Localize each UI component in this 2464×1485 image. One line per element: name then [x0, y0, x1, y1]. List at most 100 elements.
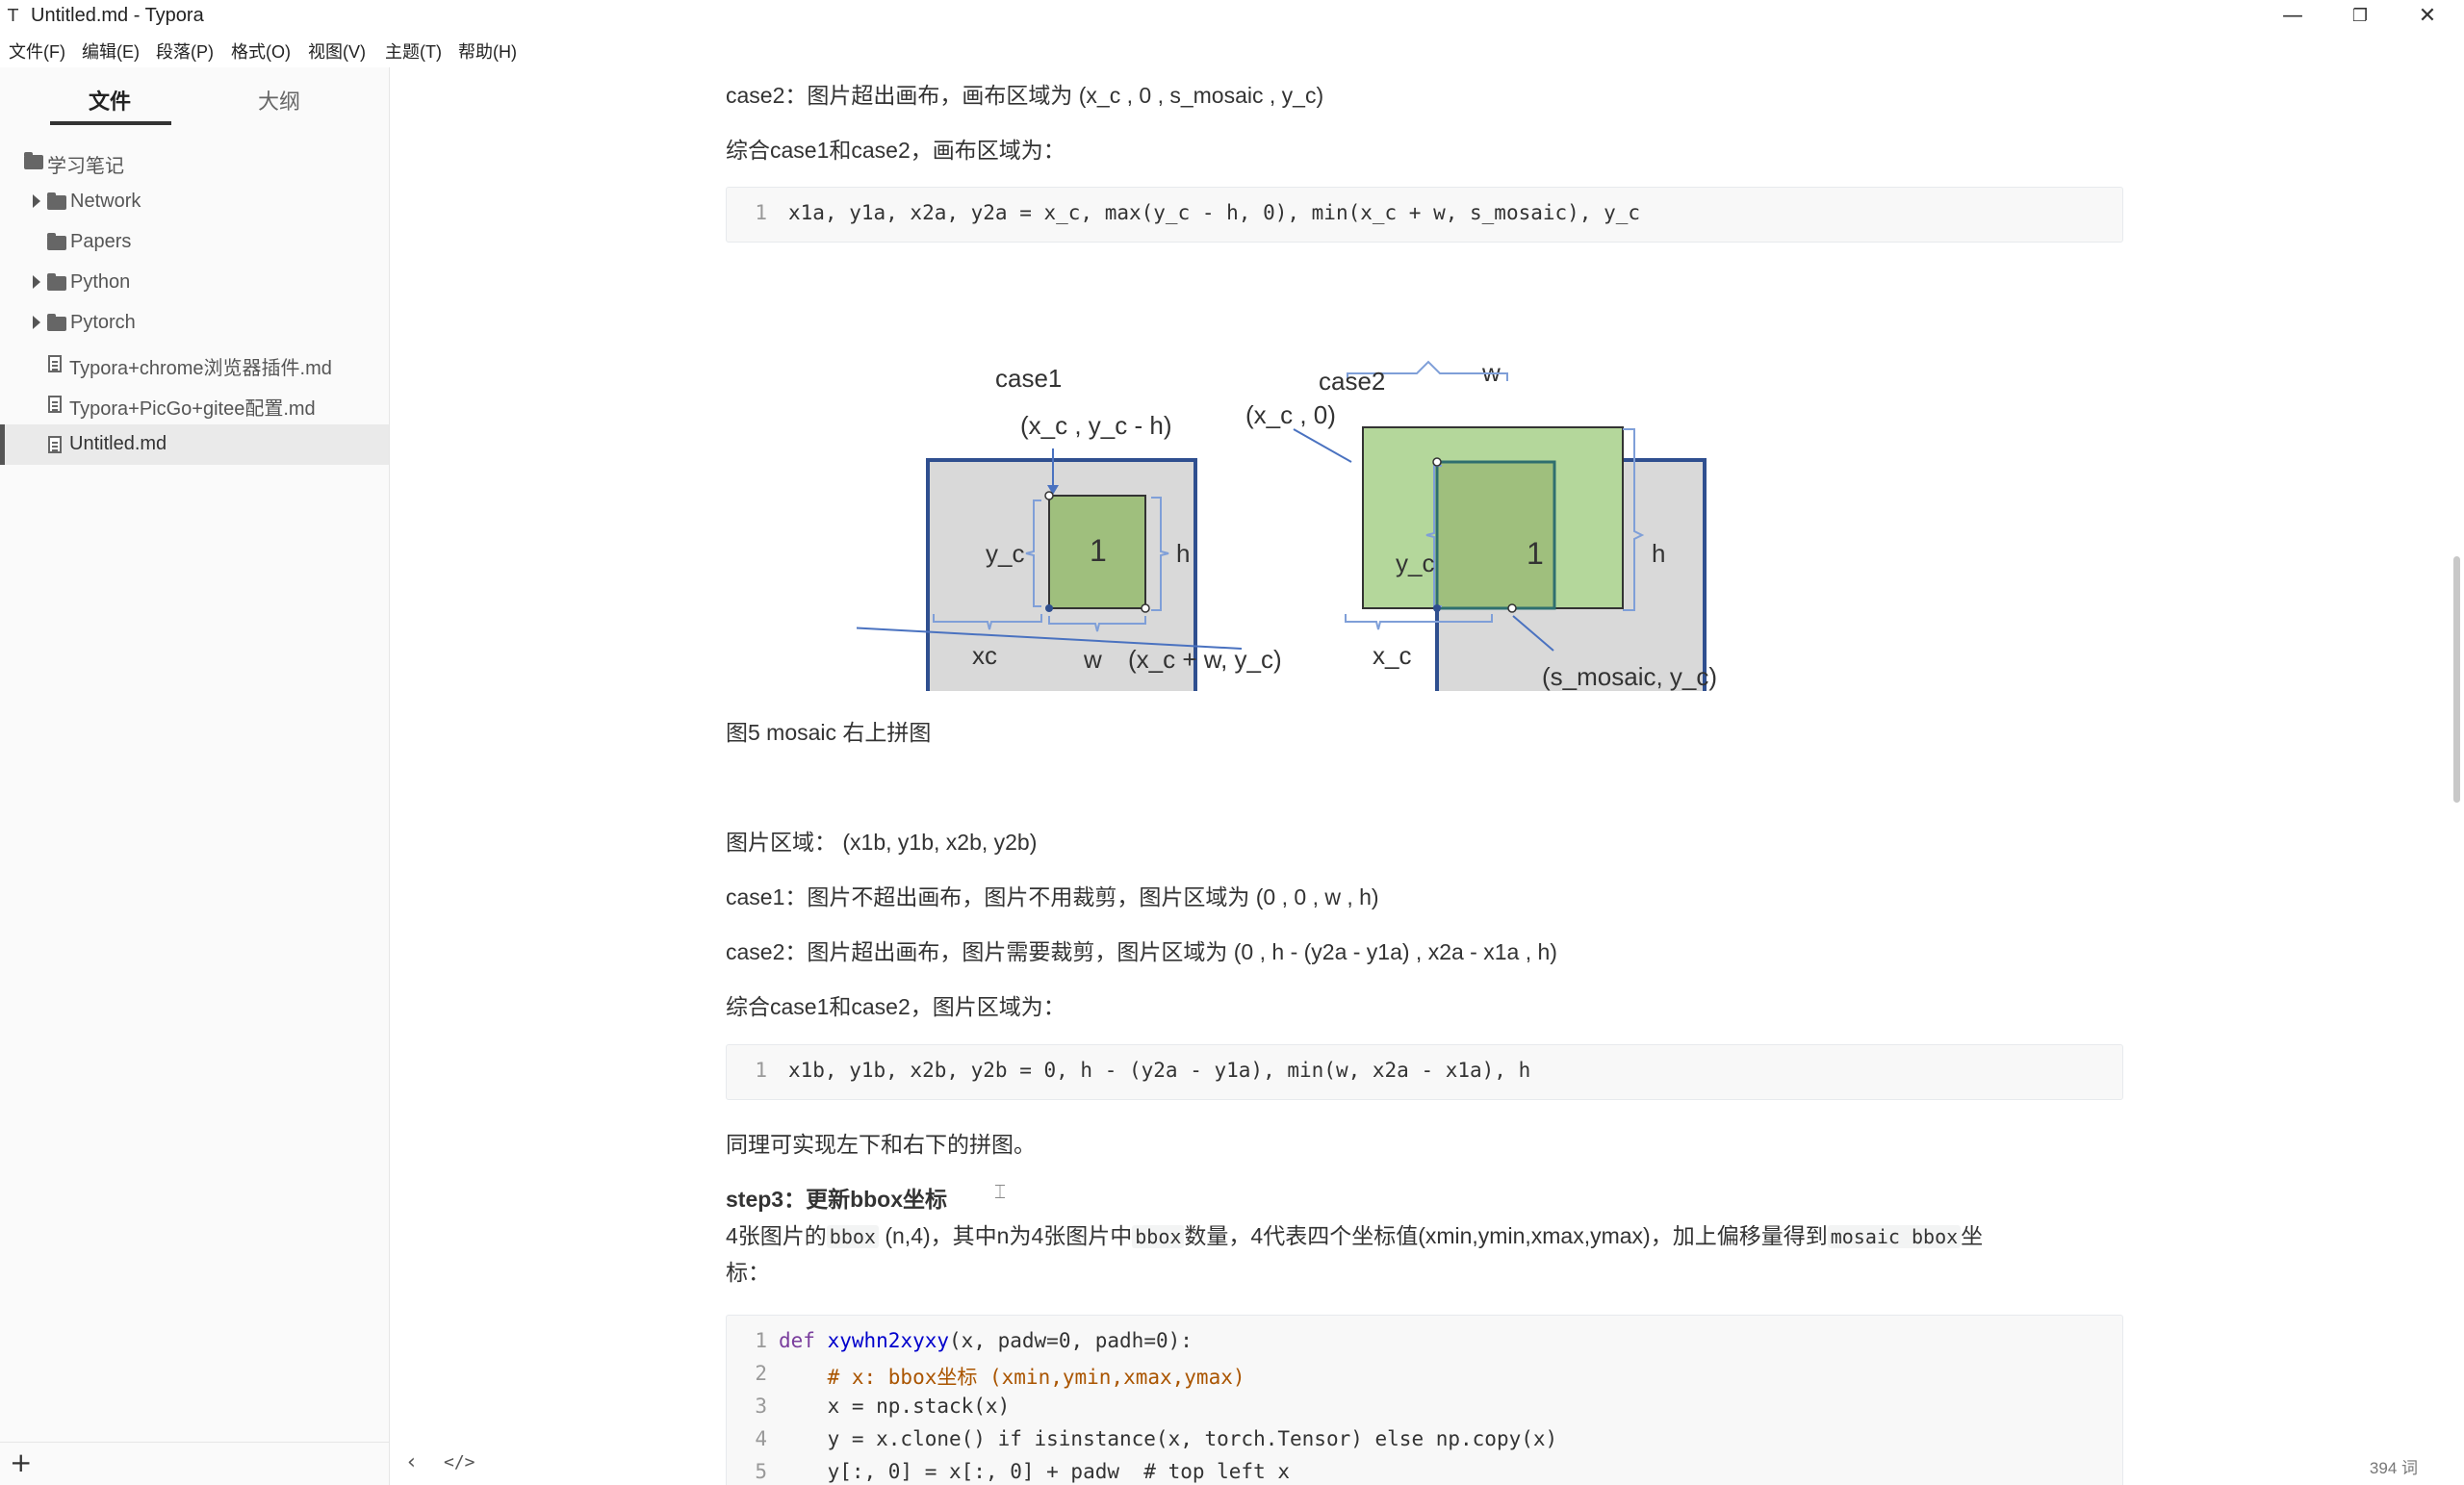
add-file-button[interactable]: + [10, 1447, 32, 1478]
case1-h-label: h [1176, 539, 1190, 568]
menu-edit[interactable]: 编辑(E) [82, 38, 140, 64]
caret-right-icon[interactable] [33, 275, 40, 289]
active-file-indicator [0, 424, 5, 465]
menu-format[interactable]: 格式(O) [231, 38, 291, 64]
folder-icon [47, 233, 66, 250]
case2-origin-arrow [1293, 428, 1352, 463]
close-button[interactable]: ✕ [2399, 2, 2456, 31]
code-block[interactable]: 1 x1a, y1a, x2a, y2a = x_c, max(y_c - h,… [726, 187, 2123, 243]
menu-theme[interactable]: 主题(T) [385, 38, 442, 64]
code-block[interactable]: 1 x1b, y1b, x2b, y2b = 0, h - (y2a - y1a… [726, 1044, 2123, 1100]
caret-right-icon[interactable] [33, 194, 40, 208]
paragraph: 综合case1和case2，图片区域为： [726, 994, 1065, 1019]
code-line: x1b, y1b, x2b, y2b = 0, h - (y2a - y1a),… [788, 1059, 1531, 1082]
file-icon [48, 436, 62, 453]
tree-item-label: Network [70, 191, 141, 212]
window-title: Untitled.md - Typora [31, 5, 204, 26]
menu-paragraph[interactable]: 段落(P) [156, 38, 214, 64]
text: (n,4)，其中n为4张图片中 [878, 1223, 1133, 1248]
text: 数量，4代表四个坐标值(xmin,ymin,xmax,ymax)，加上偏移量得到 [1184, 1223, 1828, 1248]
tree-item-label: Typora+chrome浏览器插件.md [69, 358, 332, 379]
folder-icon [47, 273, 66, 291]
file-icon [48, 396, 62, 413]
paragraph: case1：图片不超出画布，图片不用裁剪，图片区域为 (0 , 0 , w , … [726, 884, 1379, 909]
caret-right-icon[interactable] [33, 316, 40, 329]
folder-icon [47, 192, 66, 210]
line-number: 1 [755, 201, 767, 224]
active-tab-indicator [50, 121, 171, 125]
line-number: 2 [755, 1362, 767, 1385]
case1-w-label: w [1083, 645, 1102, 674]
code-line: x = np.stack(x) [779, 1395, 1011, 1418]
case2-overlap-region [1435, 460, 1556, 610]
case2-yc-label: y_c [1396, 549, 1434, 577]
tree-folder-papers[interactable]: Papers [0, 222, 389, 263]
tab-files[interactable]: 文件 [89, 85, 131, 115]
case2-h-label: h [1652, 539, 1665, 568]
tree-folder-network[interactable]: Network [0, 182, 389, 222]
keyword: def [779, 1329, 815, 1352]
minimize-button[interactable]: — [2264, 2, 2322, 31]
tree-folder-pytorch[interactable]: Pytorch [0, 303, 389, 344]
source-mode-button[interactable]: </> [444, 1452, 475, 1472]
function-name: xywhn2xyxy [827, 1329, 950, 1352]
case1-bottomleft-point [1045, 604, 1053, 612]
menu-view[interactable]: 视图(V) [308, 38, 366, 64]
case2-image-label: 1 [1527, 536, 1544, 571]
word-count[interactable]: 394 词 [2370, 1454, 2418, 1478]
tree-item-label: Untitled.md [69, 433, 167, 454]
mosaic-diagram: case1 (x_c , y_c - h) 1 y_c h xc w (x_c … [857, 358, 1717, 691]
line-number: 3 [755, 1395, 767, 1418]
heading-step3: step3：更新bbox坐标 [726, 1187, 948, 1212]
case1-title: case1 [995, 364, 1062, 393]
tree-file-untitled[interactable]: Untitled.md [0, 424, 389, 465]
line-number: 1 [755, 1329, 767, 1352]
tree-file-typora-picgo[interactable]: Typora+PicGo+gitee配置.md [0, 384, 389, 424]
folder-icon [47, 314, 66, 331]
tab-outline[interactable]: 大纲 [258, 85, 300, 115]
text-cursor-icon: ⌶ [994, 1182, 1006, 1203]
code-text: (x, padw=0, padh=0): [949, 1329, 1193, 1352]
case1-xc-label: xc [972, 641, 997, 670]
menu-help[interactable]: 帮助(H) [458, 38, 517, 64]
code-comment-line: # x: bbox坐标 (xmin,ymin,xmax,ymax) [779, 1366, 1245, 1389]
tree-item-label: Typora+PicGo+gitee配置.md [69, 398, 316, 420]
folder-icon [24, 152, 43, 169]
paragraph: 综合case1和case2，画布区域为： [726, 138, 1065, 163]
paragraph-bbox: 4张图片的 bbox (n,4)，其中n为4张图片中 bbox 数量，4代表四个坐标值… [726, 1217, 1983, 1250]
typora-app-icon: T [8, 6, 18, 26]
case1-topleft-point [1044, 491, 1054, 500]
inline-code: bbox [1132, 1225, 1185, 1248]
tree-item-label: 学习笔记 [47, 156, 124, 177]
case1-corner-label: (x_c + w, y_c) [1128, 645, 1282, 674]
paragraph: case2：图片超出画布，画布区域为 (x_c , 0 , s_mosaic ,… [726, 83, 1324, 108]
inline-code: mosaic bbox [1827, 1225, 1962, 1248]
text: 坐 [1961, 1223, 1984, 1248]
tree-folder-python[interactable]: Python [0, 263, 389, 303]
tree-item-label: Papers [70, 231, 132, 252]
figure-caption: 图5 mosaic 右上拼图 [726, 720, 932, 745]
case1-bottomright-point [1141, 603, 1150, 613]
case1-image-label: 1 [1090, 533, 1107, 568]
case2-corner-point [1507, 603, 1517, 613]
paragraph: 同理可实现左下和右下的拼图。 [726, 1132, 1036, 1157]
editor-scrollbar[interactable] [2453, 556, 2460, 803]
line-number: 1 [755, 1059, 767, 1082]
tree-folder-study-notes[interactable]: 学习笔记 [0, 141, 389, 182]
restore-button[interactable]: ❐ [2331, 2, 2389, 31]
tree-item-label: Python [70, 271, 131, 293]
toggle-sidebar-button[interactable]: ‹ [407, 1450, 416, 1474]
tree-file-typora-chrome[interactable]: Typora+chrome浏览器插件.md [0, 344, 389, 384]
case2-corner-label: (s_mosaic, y_c) [1542, 662, 1717, 691]
case1-yc-label: y_c [986, 539, 1024, 568]
menu-file[interactable]: 文件(F) [9, 38, 65, 64]
case1-top-label: (x_c , y_c - h) [1020, 411, 1171, 440]
editor-pane[interactable]: case2：图片超出画布，画布区域为 (x_c , 0 , s_mosaic ,… [390, 67, 2445, 1485]
case2-xc-label: x_c [1373, 641, 1411, 670]
paragraph: 图片区域： (x1b, y1b, x2b, y2b) [726, 830, 1038, 855]
text: 4张图片的 [726, 1223, 827, 1248]
tree-item-label: Pytorch [70, 312, 136, 333]
file-sidebar: 文件 大纲 学习笔记 Network Papers Python Pytorch… [0, 67, 390, 1485]
status-bar: ‹ </> 394 词 [390, 1443, 2464, 1485]
file-icon [48, 355, 62, 372]
